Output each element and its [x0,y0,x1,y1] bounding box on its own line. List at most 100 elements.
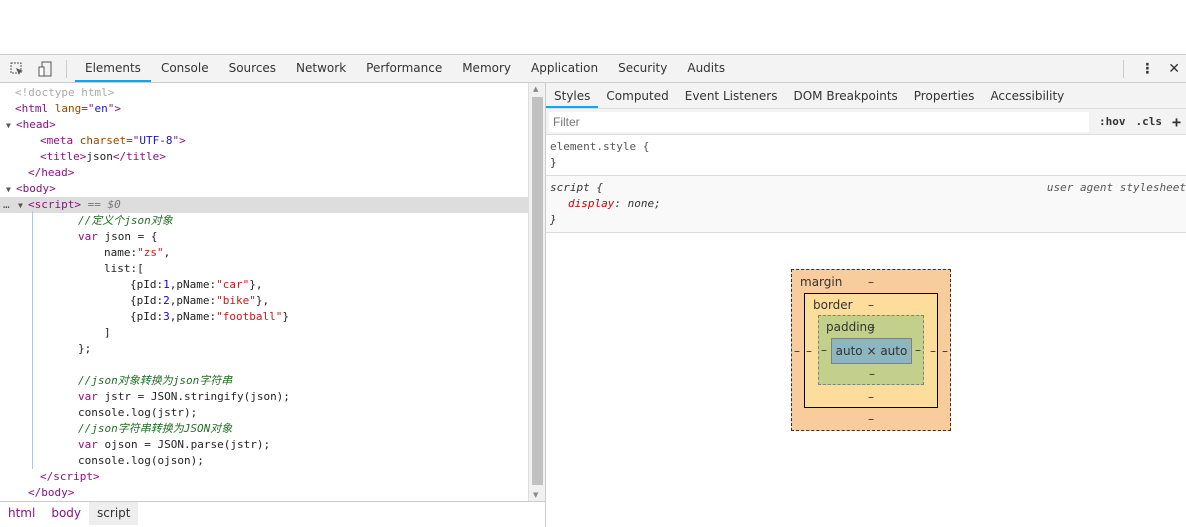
code-token: ,pName: [169,310,217,323]
tab-audits[interactable]: Audits [677,55,735,82]
dom-line[interactable] [0,357,528,373]
expand-triangle-icon[interactable]: ▼ [6,118,16,134]
tab-network[interactable]: Network [286,55,356,82]
toolbar-divider [1123,59,1125,78]
new-rule-button[interactable]: + [1172,113,1181,131]
scroll-down-icon[interactable]: ▼ [533,491,538,499]
code-token: }, [249,278,263,291]
dom-line[interactable]: console.log(ojson); [0,453,528,469]
code-token: == [80,198,108,211]
element-style-rule[interactable]: element.style { } [546,135,1186,176]
expand-triangle-icon[interactable]: ▼ [18,198,28,214]
code-token: var [78,390,105,403]
elements-scrollbar[interactable]: ▲ ▼ [528,83,545,501]
more-options-icon[interactable]: ⋮ [1132,61,1162,77]
tab-console[interactable]: Console [151,55,219,82]
dom-line[interactable]: {pId:2,pName:"bike"}, [0,293,528,309]
dom-line[interactable]: var jstr = JSON.stringify(json); [0,389,528,405]
close-icon[interactable]: ✕ [1162,61,1186,77]
dom-line[interactable]: <!doctype html> [0,85,528,101]
border-left-value[interactable]: – [806,344,812,358]
selected-dom-node[interactable]: … ▼ <script> == $0 [0,197,528,213]
dom-line[interactable]: </body> [0,485,528,501]
code-token: "car" [216,278,250,291]
sidebar-tab-dom-breakpoints[interactable]: DOM Breakpoints [785,83,905,108]
box-model-content[interactable]: auto × auto [831,338,912,364]
breadcrumb-html[interactable]: html [0,502,43,525]
padding-top-value[interactable]: – [869,320,875,334]
padding-right-value[interactable]: – [915,343,921,357]
margin-left-value[interactable]: – [794,344,800,358]
dom-line[interactable]: var json = { [0,229,528,245]
sidebar-tab-computed[interactable]: Computed [598,83,676,108]
code-token: 3 [163,310,170,323]
dom-line[interactable]: <html lang="en"> [0,101,528,117]
node-actions-icon[interactable]: … [3,197,10,213]
sidebar-tab-properties[interactable]: Properties [906,83,983,108]
dom-line[interactable]: ▼ <body> [0,181,528,197]
dom-line[interactable]: </head> [0,165,528,181]
styles-filter-input[interactable] [549,111,1089,132]
devtools-toolbar: Elements Console Sources Network Performance… [0,55,1186,83]
box-model-border: border – – – – padding – – – – auto × au… [804,293,938,408]
scrollbar-thumb[interactable] [532,97,543,485]
dom-line[interactable]: {pId:1,pName:"car"}, [0,277,528,293]
expand-triangle-icon[interactable]: ▼ [6,182,16,198]
code-token: <body> [16,182,56,195]
padding-label: padding [826,320,875,334]
breadcrumb-body[interactable]: body [43,502,89,525]
sidebar-tab-accessibility[interactable]: Accessibility [982,83,1072,108]
scroll-up-icon[interactable]: ▲ [533,85,538,93]
dom-line[interactable]: list:[ [0,261,528,277]
padding-bottom-value[interactable]: – [869,367,875,381]
hov-button[interactable]: :hov [1099,115,1126,128]
tab-security[interactable]: Security [608,55,677,82]
breadcrumb: html body script [0,501,545,525]
code-token: console.log(jstr); [78,406,198,419]
dom-line[interactable]: {pId:3,pName:"football"} [0,309,528,325]
padding-left-value[interactable]: – [821,343,827,357]
dom-line[interactable]: ] [0,325,528,341]
code-token: <html [15,102,55,115]
property-name: display [568,197,615,210]
property-value: none; [627,197,661,210]
tab-memory[interactable]: Memory [452,55,521,82]
border-right-value[interactable]: – [930,344,936,358]
tab-application[interactable]: Application [521,55,608,82]
code-token: jstr = JSON.stringify(json); [104,390,290,403]
tab-elements[interactable]: Elements [75,55,151,82]
border-label: border [813,298,853,312]
border-top-value[interactable]: – [868,298,874,312]
code-token: } [282,310,289,323]
dom-line[interactable]: console.log(jstr); [0,405,528,421]
dom-line[interactable]: name:"zs", [0,245,528,261]
dom-line[interactable]: </script> [0,469,528,485]
breadcrumb-script[interactable]: script [89,502,139,525]
code-token: 2 [163,294,170,307]
inspect-element-icon[interactable] [6,58,28,80]
dom-line[interactable]: //json对象转换为json字符串 [0,373,528,389]
indent-guide [32,211,33,469]
margin-bottom-value[interactable]: – [868,412,874,426]
tab-performance[interactable]: Performance [356,55,452,82]
margin-right-value[interactable]: – [942,344,948,358]
sidebar-tab-styles[interactable]: Styles [546,83,599,108]
code-token: charset [79,134,127,147]
dom-line[interactable]: ▼ <head> [0,117,528,133]
margin-top-value[interactable]: – [868,275,874,289]
sidebar-tab-event-listeners[interactable]: Event Listeners [677,83,786,108]
tab-sources[interactable]: Sources [219,55,286,82]
dom-line[interactable]: //json字符串转换为JSON对象 [0,421,528,437]
code-token: ,pName: [169,294,217,307]
dom-line[interactable]: //定义个json对象 [0,213,528,229]
dom-line[interactable]: <title>json</title> [0,149,528,165]
ua-source-label: user agent stylesheet [1046,181,1186,194]
border-bottom-value[interactable]: – [868,390,874,404]
code-token: <meta [40,134,80,147]
device-toolbar-icon[interactable] [34,58,56,80]
cls-button[interactable]: .cls [1136,115,1163,128]
dom-line[interactable]: var ojson = JSON.parse(jstr); [0,437,528,453]
code-token: </title> [112,150,166,163]
dom-line[interactable]: <meta charset="UTF-8"> [0,133,528,149]
dom-line[interactable]: }; [0,341,528,357]
